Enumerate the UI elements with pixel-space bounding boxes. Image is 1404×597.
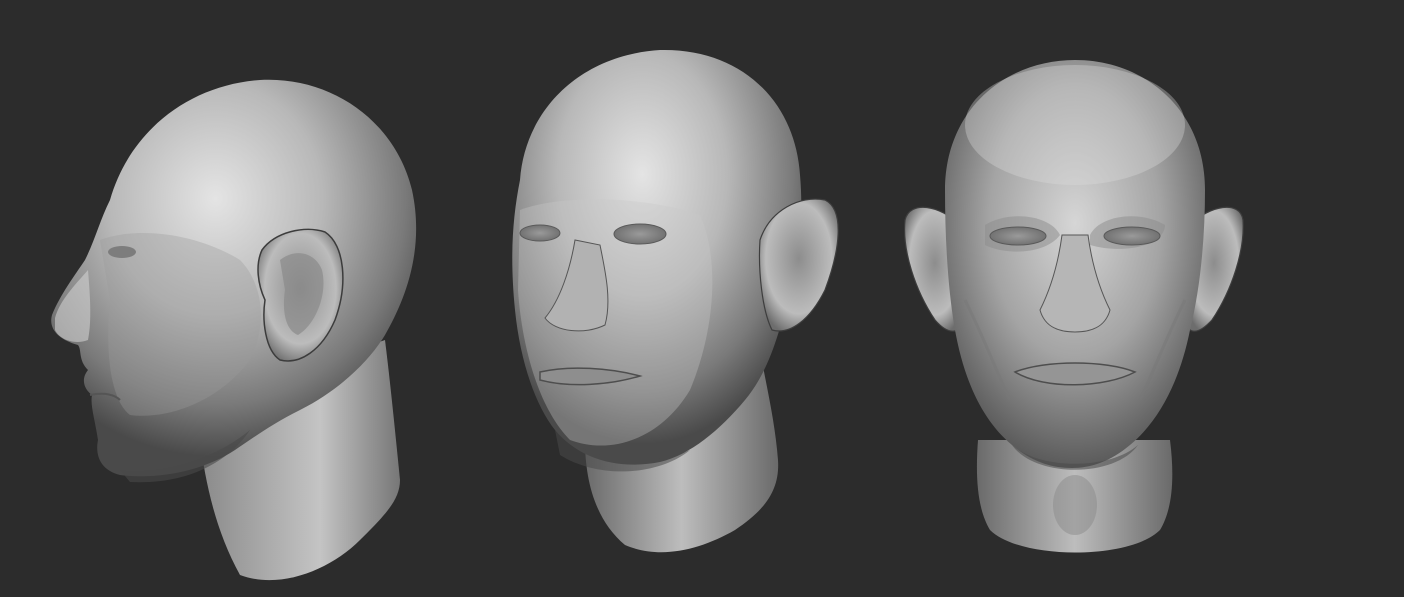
head-front-view: [903, 60, 1244, 553]
side-eye: [108, 246, 136, 258]
head-three-quarter-view: [512, 49, 839, 553]
front-eye-left: [989, 226, 1047, 246]
tq-eye-left: [519, 224, 561, 242]
front-eye-right: [1103, 226, 1161, 246]
tq-eye-right: [613, 223, 667, 245]
sculpt-render: [51, 49, 1244, 581]
head-side-view: [51, 79, 417, 581]
viewport-canvas: [0, 0, 1404, 597]
tq-ear: [758, 198, 839, 332]
